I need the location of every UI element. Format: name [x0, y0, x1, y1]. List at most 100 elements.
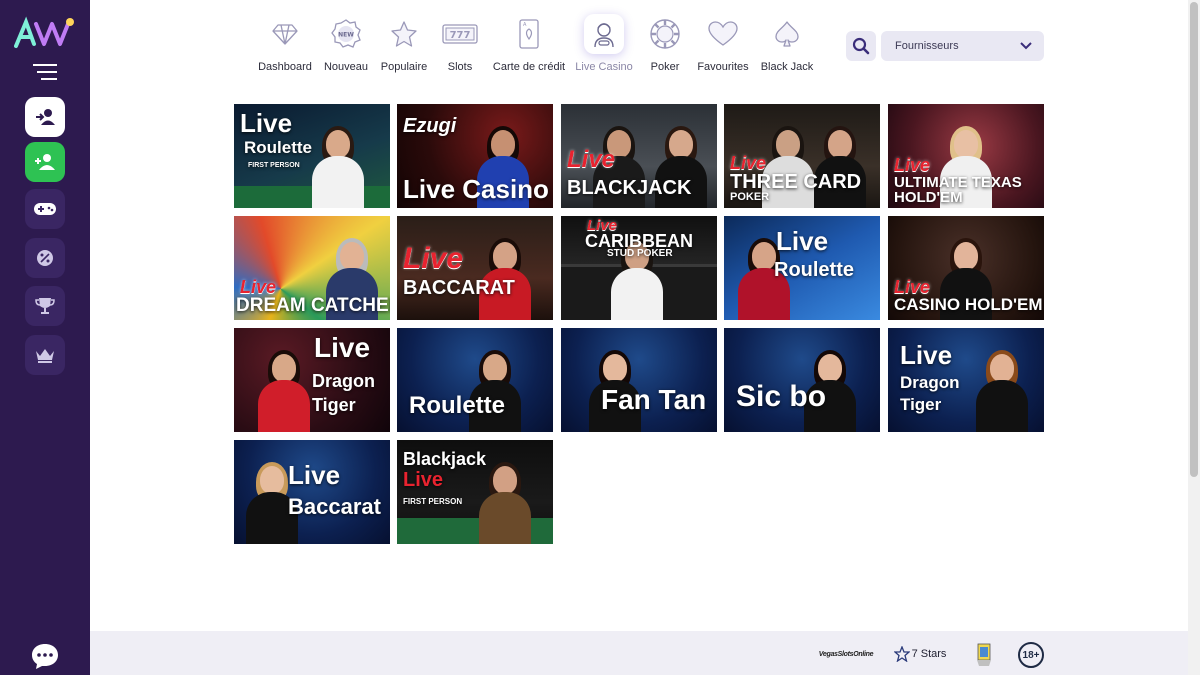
game-title-line: FIRST PERSON	[403, 497, 463, 506]
game-title-line: BLACKJACK	[567, 177, 692, 199]
game-tile-roulette[interactable]: Roulette	[397, 328, 553, 432]
game-title-line: Live	[403, 242, 464, 275]
sidebar-item-tournaments[interactable]	[25, 286, 65, 326]
game-title-line: CASINO HOLD'EM	[894, 295, 1043, 314]
game-title-line: Baccarat	[288, 494, 381, 519]
game-title-line: Roulette	[774, 259, 854, 281]
user-login-icon	[36, 109, 55, 125]
svg-text:A: A	[523, 22, 527, 28]
game-tile-live-ultimate-texas-holdem[interactable]: Live ULTIMATE TEXAS HOLD'EM	[888, 104, 1044, 208]
login-button[interactable]	[25, 97, 65, 137]
tab-carte-de-credit[interactable]: A Carte de crédit	[492, 12, 566, 82]
game-title-line: POKER	[730, 191, 770, 203]
tab-favourites[interactable]: Favourites	[696, 12, 750, 82]
game-title-line: HOLD'EM	[894, 189, 963, 206]
age-restriction-badge: 18+	[1018, 642, 1044, 668]
game-title-line: Dragon	[312, 371, 375, 391]
game-tile-live-dragon-tiger-2[interactable]: Live Dragon Tiger	[888, 328, 1044, 432]
tab-slots[interactable]: 777 Slots	[440, 12, 480, 82]
scrollbar-thumb[interactable]	[1190, 2, 1198, 477]
percent-badge-icon	[37, 250, 53, 266]
game-title-line: Live	[894, 155, 931, 175]
game-tile-blackjack-live-first-person[interactable]: Blackjack Live FIRST PERSON	[397, 440, 553, 544]
game-tile-live-baccarat[interactable]: Live BACCARAT	[397, 216, 553, 320]
game-title-line: Live	[314, 332, 371, 363]
tab-label: Dashboard	[258, 61, 312, 73]
game-tile-live-dragon-tiger[interactable]: Live Dragon Tiger	[234, 328, 390, 432]
game-title-line: Live	[894, 277, 931, 297]
tab-dashboard[interactable]: Dashboard	[255, 12, 315, 82]
game-title-line: FIRST PERSON	[248, 162, 300, 169]
provider-select[interactable]: Fournisseurs	[881, 31, 1044, 61]
game-tile-live-dream-catcher[interactable]: Live DREAM CATCHER	[234, 216, 390, 320]
game-tile-fan-tan[interactable]: Fan Tan	[561, 328, 717, 432]
tab-label: Nouveau	[323, 61, 369, 73]
game-title-line: Live	[403, 469, 444, 491]
partner-logo-7-stars[interactable]: 7 Stars	[892, 644, 948, 664]
game-tile-live-roulette-first-person[interactable]: Live Roulette FIRST PERSON	[234, 104, 390, 208]
tab-label: Slots	[447, 61, 473, 73]
tab-label: Live Casino	[575, 61, 633, 73]
game-title-line: Roulette	[244, 138, 312, 157]
sidebar-item-promotions[interactable]	[25, 238, 65, 278]
tab-nouveau[interactable]: NEW Nouveau	[322, 12, 370, 82]
sidebar-item-vip[interactable]	[25, 335, 65, 375]
slots-badge-text: 777	[450, 30, 471, 41]
menu-toggle-icon[interactable]	[33, 62, 59, 82]
star-icon	[893, 646, 910, 662]
game-title-line: Roulette	[409, 392, 505, 419]
tab-populaire[interactable]: Populaire	[378, 12, 430, 82]
game-tile-live-blackjack[interactable]: Live BLACKJACK	[561, 104, 717, 208]
page-scrollbar[interactable]	[1188, 0, 1200, 675]
card-icon: A	[519, 19, 539, 49]
tab-label: Favourites	[697, 61, 749, 73]
tab-label: Populaire	[380, 61, 428, 73]
partner-name: 7 Stars	[911, 648, 947, 660]
trophy-icon	[35, 298, 55, 314]
game-title-line: Live	[730, 153, 767, 173]
tab-black-jack[interactable]: Black Jack	[759, 12, 815, 82]
game-tile-ezugi-live-casino[interactable]: Ezugi Live Casino	[397, 104, 553, 208]
game-title-line: Live	[567, 146, 616, 173]
game-title-line: Ezugi	[403, 115, 457, 137]
tab-label: Carte de crédit	[492, 61, 566, 73]
add-user-icon	[35, 154, 55, 170]
tab-label: Poker	[650, 61, 680, 73]
register-button[interactable]	[25, 142, 65, 182]
new-badge-icon: NEW	[331, 19, 361, 48]
game-title-line: THREE CARD	[730, 171, 862, 193]
sidebar-item-games[interactable]	[25, 189, 65, 229]
provider-select-value: Fournisseurs	[895, 40, 959, 52]
game-tile-live-roulette[interactable]: Live Roulette	[724, 216, 880, 320]
new-badge-text: NEW	[338, 32, 354, 39]
search-button[interactable]	[846, 31, 876, 61]
game-title-line: Blackjack	[403, 449, 487, 469]
site-logo[interactable]	[14, 16, 76, 50]
game-title-line: BACCARAT	[403, 277, 515, 299]
chat-support-icon[interactable]	[30, 642, 60, 670]
partner-logo-vegasslotsonline[interactable]: VegasSlotsOnline	[818, 647, 874, 661]
game-title-line: STUD POKER	[607, 248, 673, 259]
gamepad-icon	[34, 203, 56, 215]
game-title-line: ULTIMATE TEXAS	[894, 174, 1022, 191]
spade-icon	[775, 21, 799, 47]
game-tile-live-caribbean-stud-poker[interactable]: Live CARIBBEAN STUD POKER	[561, 216, 717, 320]
heart-icon	[708, 21, 738, 46]
game-title-line: Sic bo	[736, 380, 827, 413]
game-title-line: Live	[240, 277, 277, 297]
slot-machine-icon: 777	[442, 24, 478, 44]
game-tile-sic-bo[interactable]: Sic bo	[724, 328, 880, 432]
star-icon	[391, 21, 417, 47]
dealer-icon	[594, 23, 614, 48]
tab-poker[interactable]: Poker	[645, 12, 685, 82]
license-seal-icon	[977, 643, 991, 666]
game-tile-live-baccarat-2[interactable]: Live Baccarat	[234, 440, 390, 544]
license-seal[interactable]	[974, 642, 994, 668]
crown-icon	[36, 349, 54, 363]
game-title-line: Tiger	[312, 395, 356, 415]
tab-live-casino[interactable]: Live Casino	[575, 12, 633, 82]
game-title-line: Live	[900, 340, 953, 370]
game-tile-live-casino-holdem[interactable]: Live CASINO HOLD'EM	[888, 216, 1044, 320]
tab-label: Black Jack	[760, 61, 814, 73]
game-tile-live-three-card-poker[interactable]: Live THREE CARD POKER	[724, 104, 880, 208]
